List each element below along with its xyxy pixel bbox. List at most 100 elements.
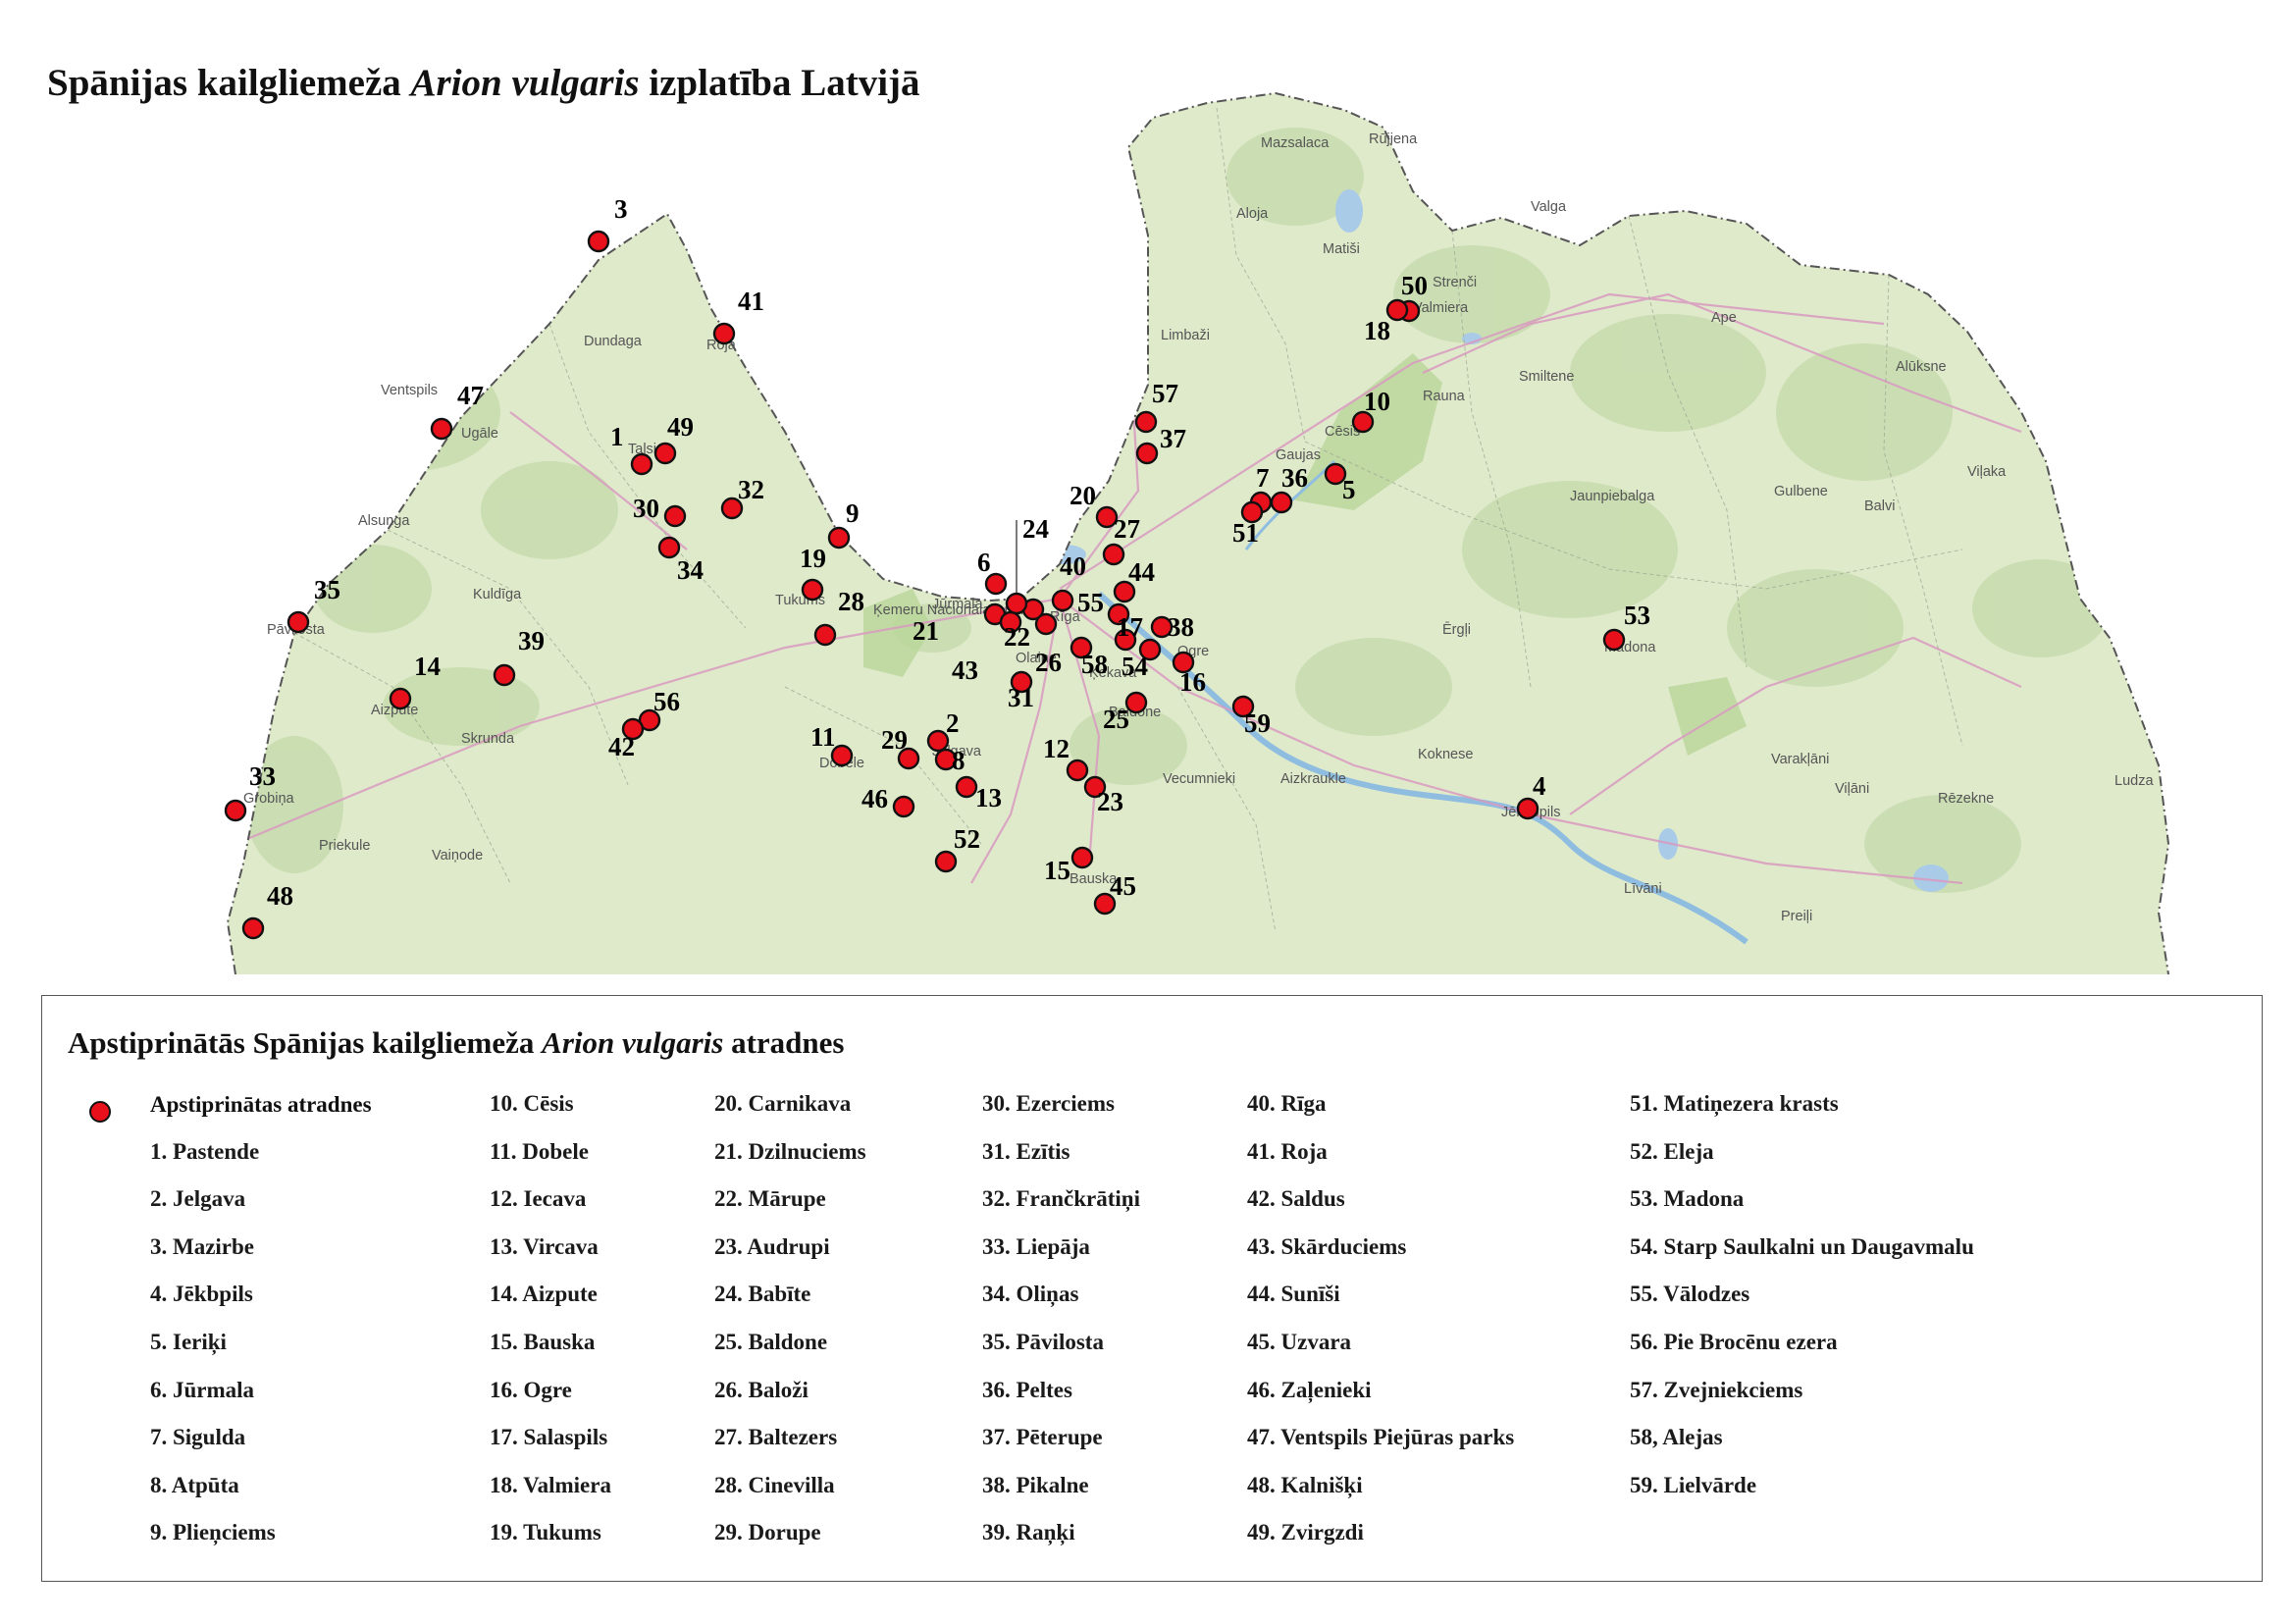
place-name: Ērgļi (1442, 622, 1471, 638)
site-label-47: 47 (457, 381, 484, 410)
site-label-30: 30 (633, 494, 659, 523)
place-name: Rūjiena (1369, 131, 1418, 147)
place-name: Koknese (1418, 747, 1473, 762)
place-name: Viļaka (1967, 464, 2007, 480)
site-marker-40 (1051, 589, 1074, 612)
legend-item: 43. Skārduciems (1247, 1233, 1407, 1259)
site-marker-15 (1070, 846, 1094, 869)
legend-column: 10. Cēsis 11. Dobele 12. Iecava 13. Vircava… (490, 1092, 611, 1569)
place-name: Jūrmala (932, 597, 984, 612)
legend-item: 8. Atpūta (150, 1472, 239, 1497)
place-name: Ludza (2114, 773, 2154, 789)
site-marker-30 (663, 504, 687, 528)
site-marker-34 (657, 536, 681, 559)
legend-item: 2. Jelgava (150, 1186, 246, 1212)
legend-item: 28. Cinevilla (714, 1472, 835, 1497)
legend-item: 53. Madona (1630, 1186, 1745, 1212)
place-name: Jaunpiebalga (1570, 489, 1655, 504)
legend-item: 23. Audrupi (714, 1233, 830, 1259)
site-label-15: 15 (1044, 856, 1070, 885)
site-marker-2 (926, 729, 950, 753)
legend-item: 29. Dorupe (714, 1520, 821, 1545)
site-label-11: 11 (810, 722, 836, 752)
site-label-46: 46 (861, 784, 888, 813)
legend-title-species: Arion vulgaris (542, 1025, 724, 1060)
place-name: Grobiņa (243, 791, 295, 807)
legend-item: 35. Pāvilosta (982, 1329, 1104, 1354)
site-marker-18 (1385, 298, 1409, 322)
place-name: Strenči (1433, 275, 1477, 290)
legend-item: 33. Liepāja (982, 1233, 1090, 1259)
legend-item: 11. Dobele (490, 1138, 589, 1164)
place-name: Aloja (1236, 206, 1269, 222)
legend-item: 30. Ezerciems (982, 1091, 1115, 1116)
place-name: Preiļi (1781, 909, 1812, 924)
site-label-39: 39 (518, 626, 545, 655)
site-label-14: 14 (414, 652, 441, 681)
site-label-3: 3 (614, 194, 628, 224)
legend-title: Apstiprinātās Spānijas kailgliemeža Ario… (68, 1025, 844, 1061)
legend-item: 3. Mazirbe (150, 1233, 255, 1259)
site-marker-1 (630, 452, 653, 476)
legend-item: 1. Pastende (150, 1138, 260, 1164)
site-label-26: 26 (1035, 648, 1062, 677)
site-label-6: 6 (977, 548, 991, 577)
site-label-7: 7 (1256, 463, 1270, 493)
site-label-5: 5 (1342, 475, 1356, 504)
site-label-54: 54 (1122, 652, 1148, 681)
legend-item: 41. Roja (1247, 1138, 1328, 1164)
site-marker-37 (1135, 442, 1159, 465)
terrain (228, 93, 2168, 974)
site-label-29: 29 (881, 725, 908, 755)
legend-item: 45. Uzvara (1247, 1329, 1352, 1354)
legend-item: 44. Sunīši (1247, 1282, 1340, 1307)
legend-item: 54. Starp Saulkalni un Daugavmalu (1630, 1233, 1974, 1259)
site-marker-48 (241, 916, 265, 940)
site-label-37: 37 (1160, 424, 1186, 453)
site-marker-27 (1102, 543, 1125, 566)
site-label-19: 19 (800, 544, 826, 573)
legend-column: 40. Rīga 41. Roja 42. Saldus 43. Skārduciem… (1247, 1092, 1514, 1569)
legend-item: 34. Oliņas (982, 1282, 1079, 1307)
site-label-41: 41 (738, 287, 764, 316)
site-label-4: 4 (1533, 771, 1546, 801)
site-label-21: 21 (913, 616, 939, 646)
site-label-58: 58 (1081, 650, 1108, 679)
legend-item: 58, Alejas (1630, 1425, 1723, 1450)
site-label-57: 57 (1152, 379, 1178, 408)
legend-item: 36. Peltes (982, 1377, 1072, 1402)
place-name: Smiltene (1519, 369, 1574, 385)
site-label-28: 28 (838, 587, 864, 616)
site-label-49: 49 (667, 412, 694, 442)
site-label-35: 35 (314, 575, 340, 604)
site-marker-9 (827, 526, 851, 550)
legend-item: 37. Pēterupe (982, 1425, 1103, 1450)
site-label-55: 55 (1077, 588, 1104, 617)
place-name: Alūksne (1896, 359, 1947, 375)
site-marker-33 (224, 799, 247, 822)
site-label-8: 8 (952, 746, 965, 775)
legend-item: 21. Dzilnuciems (714, 1138, 866, 1164)
place-name: Gaujas (1276, 447, 1321, 463)
site-label-56: 56 (653, 687, 680, 716)
site-label-22: 22 (1004, 622, 1030, 652)
legend-item: 10. Cēsis (490, 1091, 574, 1116)
legend-column: 30. Ezerciems 31. Ezītis 32. Frančkrātiņi 3… (982, 1092, 1140, 1569)
legend-item: 57. Zvejniekciems (1630, 1377, 1803, 1402)
place-name: Priekule (319, 838, 370, 854)
place-name: Alsunga (358, 513, 410, 529)
site-marker-26 (1034, 612, 1058, 636)
place-name: Līvāni (1624, 881, 1662, 897)
legend-item: 48. Kalnišķi (1247, 1472, 1363, 1497)
legend: Apstiprinātās Spānijas kailgliemeža Ario… (41, 995, 2263, 1582)
place-name: Vaiņode (432, 848, 483, 864)
site-marker-14 (389, 687, 412, 710)
site-label-42: 42 (608, 732, 635, 761)
site-label-10: 10 (1364, 387, 1390, 416)
site-label-16: 16 (1179, 667, 1206, 697)
site-label-52: 52 (954, 824, 980, 854)
legend-column: 1. Pastende 2. Jelgava 3. Mazirbe 4. Jēkbpi… (150, 1138, 276, 1569)
legend-item: 13. Vircava (490, 1233, 599, 1259)
place-name: Viļāni (1835, 781, 1869, 797)
legend-item: 46. Zaļenieki (1247, 1377, 1372, 1402)
